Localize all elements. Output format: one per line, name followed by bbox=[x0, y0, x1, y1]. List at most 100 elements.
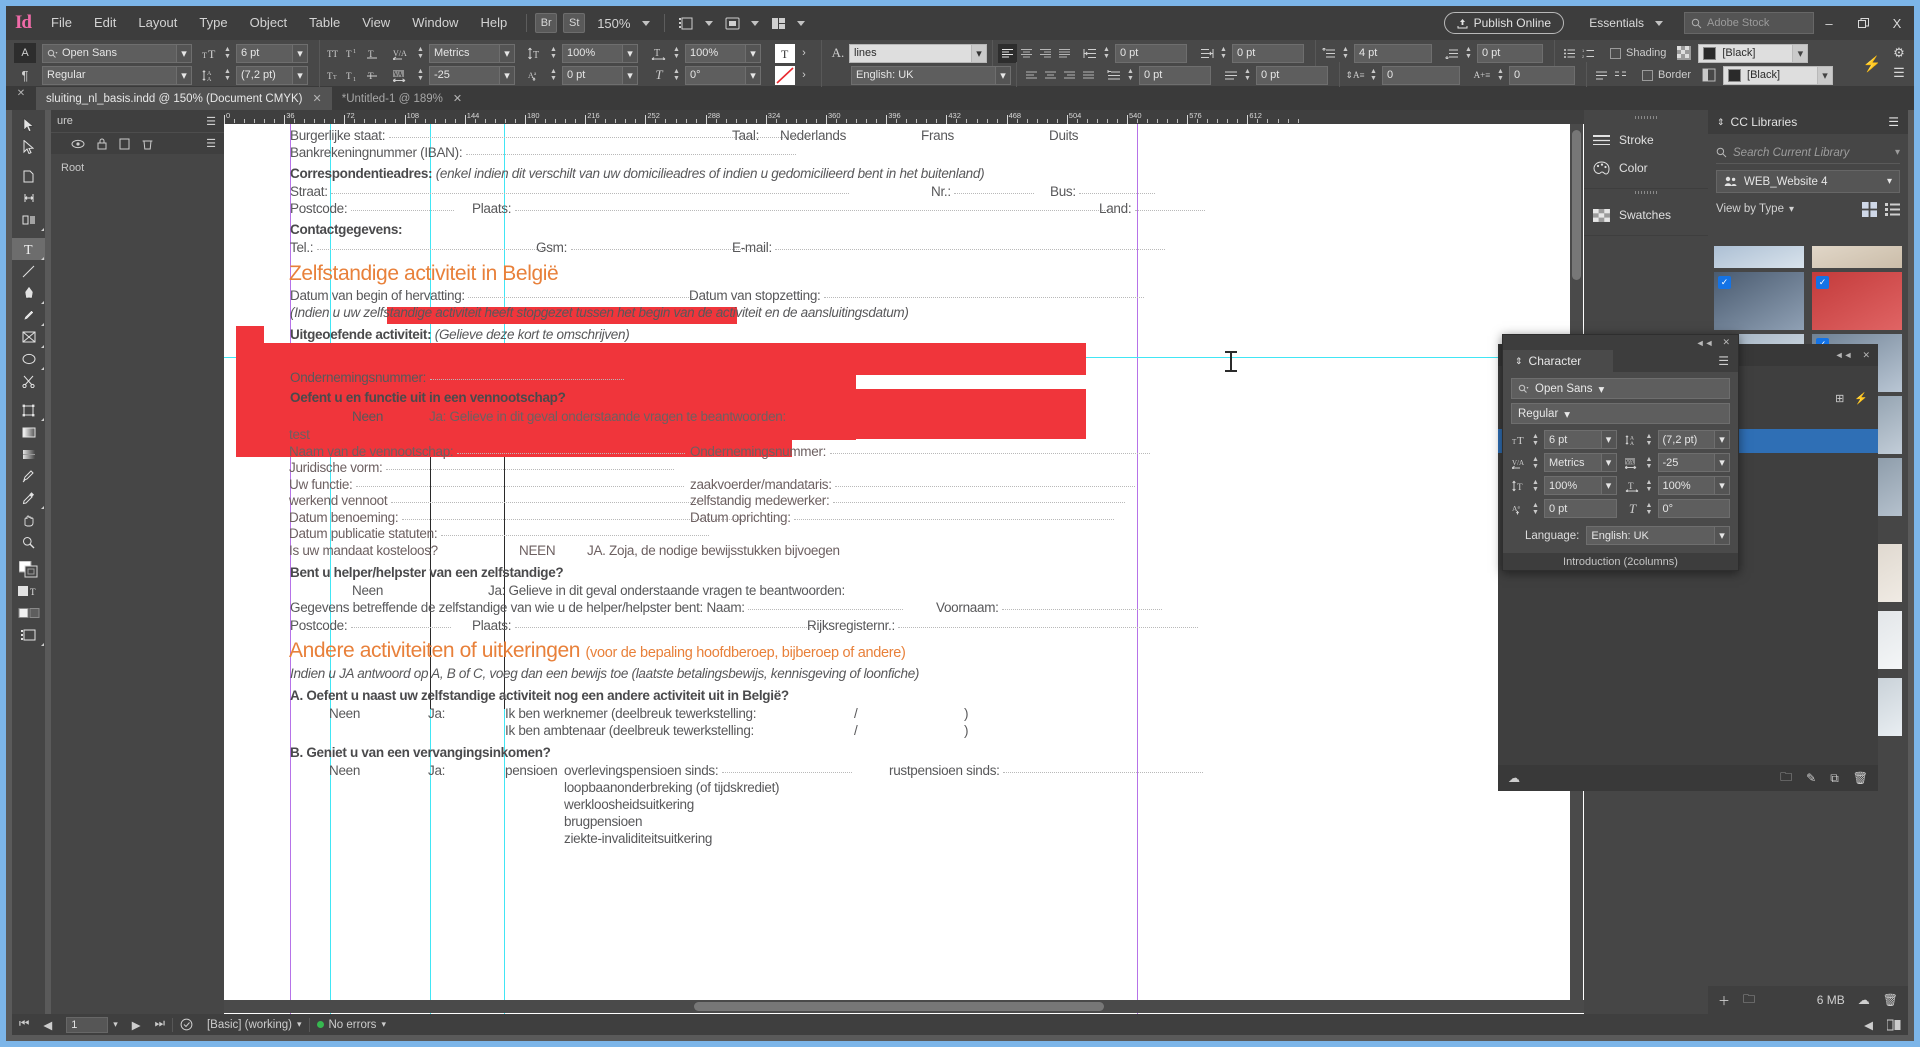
cc-libraries-selector-chevron-down-icon[interactable]: ▾ bbox=[1887, 176, 1892, 187]
stock-button[interactable]: St bbox=[563, 13, 586, 33]
stroke-expand-icon[interactable]: › bbox=[798, 69, 810, 81]
view-mode-chevron-down-icon[interactable] bbox=[751, 20, 760, 26]
vertical-scale-stepper[interactable]: ▲ ▼ bbox=[548, 44, 559, 63]
shading-checkbox[interactable] bbox=[1610, 47, 1621, 59]
restore-button[interactable] bbox=[1846, 6, 1880, 40]
character-leading-stepper[interactable]: ▲ ▼ bbox=[1644, 430, 1655, 449]
skew-stepper[interactable]: ▲ ▼ bbox=[671, 66, 682, 85]
cc-libraries-grid-view-icon[interactable] bbox=[1862, 201, 1877, 217]
zoom-level[interactable]: 150% bbox=[591, 16, 636, 31]
cc-libraries-folder-icon[interactable]: 🗀 bbox=[1743, 990, 1755, 1011]
control-panel-menu-icon[interactable]: ☰ bbox=[1888, 64, 1910, 82]
paragraph-formatting-button[interactable]: ¶ bbox=[14, 65, 36, 85]
hidden-panel-collapse-icon[interactable]: ◄◄ bbox=[1835, 350, 1853, 360]
character-skew-field[interactable]: 0° bbox=[1657, 499, 1730, 518]
character-font-family-field[interactable]: Open Sans ▾ bbox=[1511, 378, 1730, 399]
gradient-swatch-tool[interactable] bbox=[12, 421, 45, 443]
kerning-chevron-down-icon[interactable]: ▾ bbox=[499, 44, 514, 62]
note-tool[interactable] bbox=[12, 465, 45, 487]
direct-selection-tool[interactable] bbox=[12, 136, 45, 158]
cc-libraries-trash-icon[interactable]: 🗑 bbox=[1883, 993, 1898, 1007]
fill-expand-icon[interactable]: › bbox=[798, 47, 810, 59]
right-indent-field[interactable]: 0 pt bbox=[1232, 43, 1304, 63]
border-sides-icon[interactable] bbox=[1699, 66, 1718, 85]
horizontal-scale-field[interactable]: 100% ▾ bbox=[685, 43, 761, 63]
kerning-field[interactable]: Metrics ▾ bbox=[429, 43, 515, 63]
hand-tool[interactable] bbox=[12, 509, 45, 531]
arrange-documents-icon[interactable] bbox=[765, 12, 791, 34]
document-tab-1-close-icon[interactable]: ✕ bbox=[453, 92, 462, 105]
panel-stroke[interactable]: Stroke bbox=[1584, 126, 1708, 154]
status-bar-right-icon-1[interactable]: ◀ bbox=[1857, 1014, 1880, 1035]
character-language-field[interactable]: English: UK ▾ bbox=[1586, 526, 1730, 545]
cc-libraries-view-by-label[interactable]: View by Type bbox=[1716, 203, 1784, 215]
language-field[interactable]: English: UK ▾ bbox=[851, 65, 1011, 85]
hidden-panel-lightning-icon[interactable]: ⚡ bbox=[1854, 392, 1868, 405]
line-tool[interactable] bbox=[12, 260, 45, 282]
type-tool[interactable]: T bbox=[12, 238, 45, 260]
tabbar-close-icon[interactable]: ✕ bbox=[6, 87, 36, 110]
vertical-scale-chevron-down-icon[interactable]: ▾ bbox=[622, 44, 637, 62]
eyedropper-tool[interactable] bbox=[12, 487, 45, 509]
character-horizontal-scale-chevron-down-icon[interactable]: ▾ bbox=[1714, 477, 1729, 494]
bridge-button[interactable]: Br bbox=[535, 13, 558, 33]
library-asset-thumbnail[interactable]: ✓ bbox=[1714, 272, 1804, 330]
document-page-view[interactable]: Burgerlijke staat: Taal: Nederlands Fran… bbox=[224, 124, 1584, 1014]
menu-object[interactable]: Object bbox=[239, 6, 299, 40]
view-mode-icon[interactable] bbox=[719, 12, 745, 34]
character-tracking-field[interactable]: -25 ▾ bbox=[1657, 453, 1730, 472]
hidden-panel-copy-icon[interactable]: ⧉ bbox=[1830, 771, 1839, 786]
font-size-stepper[interactable]: ▲ ▼ bbox=[222, 44, 233, 63]
content-collector-tool[interactable] bbox=[12, 209, 45, 231]
document-canvas[interactable]: 0 36 72 108 144 180 216 252 288 324 360 396 432 468 50… bbox=[224, 110, 1584, 1014]
horizontal-scrollbar[interactable] bbox=[224, 1000, 1584, 1013]
drop-cap-lines-stepper[interactable]: ▲ ▼ bbox=[1368, 66, 1379, 85]
character-panel-menu-icon[interactable]: ☰ bbox=[1718, 354, 1738, 368]
panel-swatches[interactable]: Swatches bbox=[1584, 201, 1708, 229]
gradient-feather-tool[interactable] bbox=[12, 443, 45, 465]
character-vertical-scale-stepper[interactable]: ▲ ▼ bbox=[1530, 476, 1541, 495]
align-center-v-button[interactable] bbox=[1041, 66, 1060, 85]
character-tracking-stepper[interactable]: ▲ ▼ bbox=[1644, 453, 1655, 472]
character-baseline-shift-field[interactable]: 0 pt bbox=[1544, 499, 1617, 518]
menu-table[interactable]: Table bbox=[298, 6, 351, 40]
cc-libraries-list-view-icon[interactable] bbox=[1885, 202, 1900, 217]
font-family-chevron-down-icon[interactable]: ▾ bbox=[176, 44, 191, 62]
shading-color-field[interactable]: [Black] ▾ bbox=[1698, 43, 1809, 63]
cc-libraries-menu-icon[interactable]: ☰ bbox=[1888, 115, 1899, 129]
tracking-stepper[interactable]: ▲ ▼ bbox=[415, 66, 426, 85]
workspace-switcher[interactable]: Essentials bbox=[1589, 12, 1669, 34]
cc-libraries-search[interactable]: Search Current Library ▾ bbox=[1716, 142, 1900, 164]
small-caps-button[interactable]: TT bbox=[325, 66, 344, 85]
shading-checkbox-row[interactable]: Shading bbox=[1610, 47, 1666, 59]
character-leading-field[interactable]: (7,2 pt) ▾ bbox=[1657, 430, 1730, 449]
character-formatting-button[interactable]: A bbox=[14, 43, 36, 63]
document-tab-0-close-icon[interactable]: ✕ bbox=[313, 92, 322, 105]
menu-help[interactable]: Help bbox=[469, 6, 518, 40]
hidden-panel-cloud-icon[interactable]: ☁ bbox=[1508, 771, 1520, 785]
page-number-field-wrap[interactable]: 1 ▾ bbox=[59, 1014, 125, 1035]
font-style-chevron-down-icon[interactable]: ▾ bbox=[176, 66, 191, 84]
strikethrough-button[interactable]: T bbox=[363, 66, 382, 85]
character-font-family-chevron-down-icon[interactable]: ▾ bbox=[1599, 382, 1605, 396]
publish-online-button[interactable]: Publish Online bbox=[1443, 12, 1564, 34]
font-size-chevron-down-icon[interactable]: ▾ bbox=[292, 44, 307, 62]
cc-libraries-add-icon[interactable]: ＋ bbox=[1718, 992, 1730, 1009]
character-vertical-scale-chevron-down-icon[interactable]: ▾ bbox=[1600, 477, 1616, 494]
menu-file[interactable]: File bbox=[40, 6, 83, 40]
formatting-affects-container-button[interactable]: T bbox=[12, 580, 45, 602]
gap-tool[interactable] bbox=[12, 187, 45, 209]
quick-apply-icon[interactable]: ⚡ bbox=[1860, 44, 1884, 84]
menu-type[interactable]: Type bbox=[188, 6, 238, 40]
character-tracking-chevron-down-icon[interactable]: ▾ bbox=[1714, 454, 1729, 471]
cc-libraries-view-chevron-down-icon[interactable]: ▾ bbox=[1789, 204, 1794, 215]
first-line-indent-field[interactable]: 0 pt bbox=[1139, 65, 1211, 85]
character-panel-tab[interactable]: ⇕ Character bbox=[1503, 350, 1613, 372]
align-right-button[interactable] bbox=[1036, 44, 1055, 63]
character-language-chevron-down-icon[interactable]: ▾ bbox=[1714, 527, 1729, 544]
left-indent-stepper[interactable]: ▲ ▼ bbox=[1101, 44, 1112, 63]
character-font-size-stepper[interactable]: ▲ ▼ bbox=[1530, 430, 1541, 449]
menu-edit[interactable]: Edit bbox=[83, 6, 127, 40]
screen-mode-icon[interactable] bbox=[673, 12, 699, 34]
free-transform-tool[interactable] bbox=[12, 399, 45, 421]
